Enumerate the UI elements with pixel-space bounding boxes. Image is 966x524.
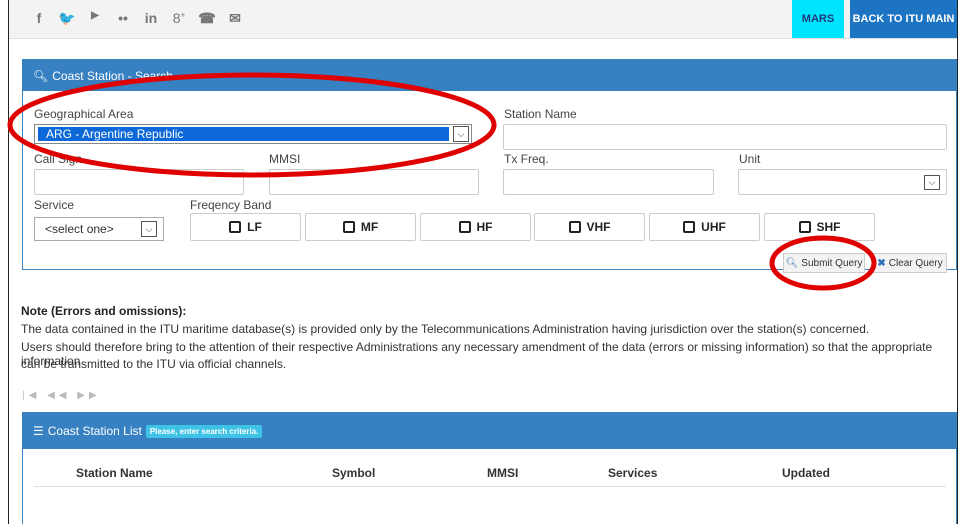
checkbox-icon [458,221,471,233]
band-shf-toggle[interactable]: SHF [764,213,875,241]
phone-icon[interactable]: ☎ [195,10,219,27]
band-hf-toggle[interactable]: HF [420,213,531,241]
list-panel-header: ☰ Coast Station List Please, enter searc… [23,413,956,449]
band-lf-toggle[interactable]: LF [190,213,301,241]
clear-query-label: Clear Query [888,257,943,269]
next-page-icon[interactable]: ▶▶ [77,390,100,401]
checkbox-icon [798,221,811,233]
band-uhf-toggle[interactable]: UHF [649,213,760,241]
mars-button[interactable]: MARS [792,0,844,38]
band-mf-toggle[interactable]: MF [305,213,416,241]
column-symbol[interactable]: Symbol [332,466,375,480]
mmsi-label: MMSI [269,152,301,166]
pager: |◀ ◀◀ ▶▶ [22,390,101,401]
chevron-down-icon[interactable]: ⌵ [924,175,940,190]
tx-freq-label: Tx Freq. [504,152,549,166]
band-shf-label: SHF [816,220,841,234]
linkedin-icon[interactable]: in [139,10,163,27]
back-to-itu-main-button[interactable]: BACK TO ITU MAIN [850,0,957,38]
band-vhf-toggle[interactable]: VHF [534,213,645,241]
search-icon: 🔍︎ [33,68,49,83]
band-vhf-label: VHF [586,220,611,234]
social-links: f 🐦 ▶ •• in 8+ ☎ ✉ [27,10,251,27]
submit-query-label: Submit Query [801,257,863,269]
service-value: <select one> [45,222,114,236]
search-panel-header: 🔍︎ Coast Station - Search [23,60,956,91]
call-sign-label: Call Sign [34,152,83,166]
geographical-area-label: Geographical Area [34,107,134,121]
googleplus-icon[interactable]: 8+ [167,10,191,27]
checkbox-icon [229,221,242,233]
facebook-icon[interactable]: f [27,10,51,27]
youtube-icon[interactable]: ▶ [83,10,107,27]
unit-label: Unit [739,152,761,166]
geographical-area-select[interactable]: ARG - Argentine Republic ⌵ [34,124,472,144]
submit-query-button[interactable]: 🔍︎ Submit Query [783,253,865,273]
call-sign-input[interactable] [34,169,244,195]
checkbox-icon [683,221,696,233]
station-name-input[interactable] [503,124,947,150]
list-panel-title: Coast Station List [47,424,142,438]
twitter-icon[interactable]: 🐦 [55,10,79,27]
band-mf-label: MF [360,220,379,234]
service-select[interactable]: <select one> ⌵ [34,217,164,241]
frequency-band-label: Freqency Band [190,198,272,212]
service-label: Service [34,198,75,212]
close-icon: ✖ [877,257,886,269]
geographical-area-value: ARG - Argentine Republic [38,127,449,141]
search-panel-title: Coast Station - Search [52,68,173,83]
column-station-name[interactable]: Station Name [76,466,153,480]
flickr-icon[interactable]: •• [111,10,135,27]
list-icon: ☰ [33,424,44,438]
band-hf-label: HF [476,220,493,234]
column-updated[interactable]: Updated [782,466,830,480]
unit-select[interactable]: ⌵ [738,169,947,195]
note-title: Note (Errors and omissions): [21,304,187,318]
table-header-divider [34,486,946,487]
column-services[interactable]: Services [608,466,657,480]
clear-query-button[interactable]: ✖ Clear Query [873,253,947,273]
band-uhf-label: UHF [701,220,726,234]
chevron-down-icon[interactable]: ⌵ [453,126,469,142]
email-icon[interactable]: ✉ [223,10,247,27]
prev-page-icon[interactable]: ◀◀ [47,390,70,401]
band-lf-label: LF [247,220,262,234]
checkbox-icon [342,221,355,233]
column-mmsi[interactable]: MMSI [487,466,518,480]
search-icon: 🔍︎ [785,257,799,269]
checkbox-icon [568,221,581,233]
search-criteria-badge: Please, enter search criteria. [145,424,263,438]
first-page-icon[interactable]: |◀ [22,390,40,401]
mmsi-input[interactable] [269,169,479,195]
chevron-down-icon[interactable]: ⌵ [141,221,157,237]
note-line-1: The data contained in the ITU maritime d… [21,322,870,336]
tx-freq-input[interactable] [503,169,714,195]
note-line-3: can be transmitted to the ITU via offici… [21,357,287,371]
station-name-label: Station Name [504,107,577,121]
